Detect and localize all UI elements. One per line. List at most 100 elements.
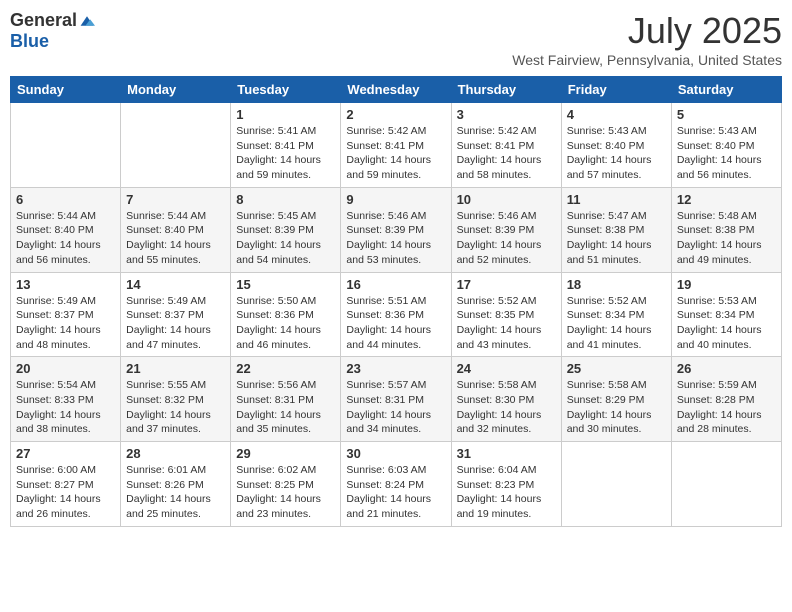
day-number: 27 bbox=[16, 446, 115, 461]
day-info: Sunrise: 5:52 AM Sunset: 8:35 PM Dayligh… bbox=[457, 294, 556, 353]
calendar-cell: 29Sunrise: 6:02 AM Sunset: 8:25 PM Dayli… bbox=[231, 442, 341, 527]
day-info: Sunrise: 5:48 AM Sunset: 8:38 PM Dayligh… bbox=[677, 209, 776, 268]
calendar-cell bbox=[121, 103, 231, 188]
day-number: 21 bbox=[126, 361, 225, 376]
calendar-cell: 5Sunrise: 5:43 AM Sunset: 8:40 PM Daylig… bbox=[671, 103, 781, 188]
day-number: 26 bbox=[677, 361, 776, 376]
day-number: 10 bbox=[457, 192, 556, 207]
day-info: Sunrise: 5:42 AM Sunset: 8:41 PM Dayligh… bbox=[346, 124, 445, 183]
day-number: 16 bbox=[346, 277, 445, 292]
calendar-cell: 22 Sunrise: 5:56 AM Sunset: 8:31 PM Dayli… bbox=[231, 357, 341, 442]
day-info: Sunrise: 5:49 AM Sunset: 8:37 PM Dayligh… bbox=[126, 294, 225, 353]
day-info: Sunrise: 5:54 AM Sunset: 8:33 PM Dayligh… bbox=[16, 378, 115, 437]
calendar-cell: 18Sunrise: 5:52 AM Sunset: 8:34 PM Dayli… bbox=[561, 272, 671, 357]
calendar-cell: 3Sunrise: 5:42 AM Sunset: 8:41 PM Daylig… bbox=[451, 103, 561, 188]
calendar-week-row: 13 Sunrise: 5:49 AM Sunset: 8:37 PM Dayli… bbox=[11, 272, 782, 357]
calendar-cell: 31 Sunrise: 6:04 AM Sunset: 8:23 PM Dayli… bbox=[451, 442, 561, 527]
day-number: 25 bbox=[567, 361, 666, 376]
day-info: Sunrise: 5:50 AM Sunset: 8:36 PM Dayligh… bbox=[236, 294, 335, 353]
calendar-cell: 26 Sunrise: 5:59 AM Sunset: 8:28 PM Dayli… bbox=[671, 357, 781, 442]
calendar-cell bbox=[671, 442, 781, 527]
weekday-header-sunday: Sunday bbox=[11, 77, 121, 103]
calendar-cell: 17 Sunrise: 5:52 AM Sunset: 8:35 PM Dayli… bbox=[451, 272, 561, 357]
calendar-cell: 8 Sunrise: 5:45 AM Sunset: 8:39 PM Daylig… bbox=[231, 187, 341, 272]
day-info: Sunrise: 5:58 AM Sunset: 8:30 PM Dayligh… bbox=[457, 378, 556, 437]
day-info: Sunrise: 5:45 AM Sunset: 8:39 PM Dayligh… bbox=[236, 209, 335, 268]
day-number: 22 bbox=[236, 361, 335, 376]
day-number: 1 bbox=[236, 107, 335, 122]
calendar-week-row: 27 Sunrise: 6:00 AM Sunset: 8:27 PM Dayli… bbox=[11, 442, 782, 527]
calendar-cell: 4 Sunrise: 5:43 AM Sunset: 8:40 PM Daylig… bbox=[561, 103, 671, 188]
calendar-cell: 30 Sunrise: 6:03 AM Sunset: 8:24 PM Dayli… bbox=[341, 442, 451, 527]
day-info: Sunrise: 5:41 AM Sunset: 8:41 PM Dayligh… bbox=[236, 124, 335, 183]
day-number: 15 bbox=[236, 277, 335, 292]
day-number: 30 bbox=[346, 446, 445, 461]
day-info: Sunrise: 6:02 AM Sunset: 8:25 PM Dayligh… bbox=[236, 463, 335, 522]
day-info: Sunrise: 6:01 AM Sunset: 8:26 PM Dayligh… bbox=[126, 463, 225, 522]
day-number: 14 bbox=[126, 277, 225, 292]
day-number: 8 bbox=[236, 192, 335, 207]
day-info: Sunrise: 6:00 AM Sunset: 8:27 PM Dayligh… bbox=[16, 463, 115, 522]
weekday-header-row: SundayMondayTuesdayWednesdayThursdayFrid… bbox=[11, 77, 782, 103]
page-header: General Blue July 2025 West Fairview, Pe… bbox=[10, 10, 782, 68]
calendar-cell: 19Sunrise: 5:53 AM Sunset: 8:34 PM Dayli… bbox=[671, 272, 781, 357]
calendar-week-row: 1 Sunrise: 5:41 AM Sunset: 8:41 PM Daylig… bbox=[11, 103, 782, 188]
calendar-cell: 12 Sunrise: 5:48 AM Sunset: 8:38 PM Dayli… bbox=[671, 187, 781, 272]
calendar-cell: 6 Sunrise: 5:44 AM Sunset: 8:40 PM Daylig… bbox=[11, 187, 121, 272]
day-number: 20 bbox=[16, 361, 115, 376]
calendar-cell: 9Sunrise: 5:46 AM Sunset: 8:39 PM Daylig… bbox=[341, 187, 451, 272]
weekday-header-tuesday: Tuesday bbox=[231, 77, 341, 103]
weekday-header-saturday: Saturday bbox=[671, 77, 781, 103]
day-number: 6 bbox=[16, 192, 115, 207]
calendar-cell: 7Sunrise: 5:44 AM Sunset: 8:40 PM Daylig… bbox=[121, 187, 231, 272]
day-number: 24 bbox=[457, 361, 556, 376]
month-title: July 2025 bbox=[512, 10, 782, 52]
calendar-cell: 2Sunrise: 5:42 AM Sunset: 8:41 PM Daylig… bbox=[341, 103, 451, 188]
day-info: Sunrise: 5:47 AM Sunset: 8:38 PM Dayligh… bbox=[567, 209, 666, 268]
day-number: 31 bbox=[457, 446, 556, 461]
day-number: 19 bbox=[677, 277, 776, 292]
calendar-cell: 13 Sunrise: 5:49 AM Sunset: 8:37 PM Dayli… bbox=[11, 272, 121, 357]
day-number: 3 bbox=[457, 107, 556, 122]
calendar-week-row: 20 Sunrise: 5:54 AM Sunset: 8:33 PM Dayli… bbox=[11, 357, 782, 442]
title-section: July 2025 West Fairview, Pennsylvania, U… bbox=[512, 10, 782, 68]
day-info: Sunrise: 5:44 AM Sunset: 8:40 PM Dayligh… bbox=[16, 209, 115, 268]
calendar-cell: 24 Sunrise: 5:58 AM Sunset: 8:30 PM Dayli… bbox=[451, 357, 561, 442]
day-info: Sunrise: 6:04 AM Sunset: 8:23 PM Dayligh… bbox=[457, 463, 556, 522]
day-info: Sunrise: 5:46 AM Sunset: 8:39 PM Dayligh… bbox=[457, 209, 556, 268]
logo-general-text: General bbox=[10, 10, 77, 31]
day-info: Sunrise: 5:49 AM Sunset: 8:37 PM Dayligh… bbox=[16, 294, 115, 353]
day-info: Sunrise: 5:43 AM Sunset: 8:40 PM Dayligh… bbox=[567, 124, 666, 183]
day-info: Sunrise: 5:56 AM Sunset: 8:31 PM Dayligh… bbox=[236, 378, 335, 437]
calendar-cell: 28 Sunrise: 6:01 AM Sunset: 8:26 PM Dayli… bbox=[121, 442, 231, 527]
day-number: 12 bbox=[677, 192, 776, 207]
calendar-cell: 21 Sunrise: 5:55 AM Sunset: 8:32 PM Dayli… bbox=[121, 357, 231, 442]
day-number: 13 bbox=[16, 277, 115, 292]
day-info: Sunrise: 6:03 AM Sunset: 8:24 PM Dayligh… bbox=[346, 463, 445, 522]
day-info: Sunrise: 5:51 AM Sunset: 8:36 PM Dayligh… bbox=[346, 294, 445, 353]
calendar-week-row: 6 Sunrise: 5:44 AM Sunset: 8:40 PM Daylig… bbox=[11, 187, 782, 272]
day-number: 23 bbox=[346, 361, 445, 376]
day-info: Sunrise: 5:43 AM Sunset: 8:40 PM Dayligh… bbox=[677, 124, 776, 183]
day-number: 4 bbox=[567, 107, 666, 122]
day-number: 28 bbox=[126, 446, 225, 461]
day-number: 11 bbox=[567, 192, 666, 207]
day-number: 7 bbox=[126, 192, 225, 207]
calendar-cell: 1 Sunrise: 5:41 AM Sunset: 8:41 PM Daylig… bbox=[231, 103, 341, 188]
day-info: Sunrise: 5:58 AM Sunset: 8:29 PM Dayligh… bbox=[567, 378, 666, 437]
weekday-header-monday: Monday bbox=[121, 77, 231, 103]
logo-blue-text: Blue bbox=[10, 31, 49, 52]
day-info: Sunrise: 5:46 AM Sunset: 8:39 PM Dayligh… bbox=[346, 209, 445, 268]
day-info: Sunrise: 5:55 AM Sunset: 8:32 PM Dayligh… bbox=[126, 378, 225, 437]
day-info: Sunrise: 5:52 AM Sunset: 8:34 PM Dayligh… bbox=[567, 294, 666, 353]
calendar-cell bbox=[11, 103, 121, 188]
day-info: Sunrise: 5:59 AM Sunset: 8:28 PM Dayligh… bbox=[677, 378, 776, 437]
day-info: Sunrise: 5:57 AM Sunset: 8:31 PM Dayligh… bbox=[346, 378, 445, 437]
calendar-cell: 23 Sunrise: 5:57 AM Sunset: 8:31 PM Dayli… bbox=[341, 357, 451, 442]
logo: General Blue bbox=[10, 10, 95, 52]
weekday-header-thursday: Thursday bbox=[451, 77, 561, 103]
day-number: 17 bbox=[457, 277, 556, 292]
calendar-cell: 27 Sunrise: 6:00 AM Sunset: 8:27 PM Dayli… bbox=[11, 442, 121, 527]
weekday-header-wednesday: Wednesday bbox=[341, 77, 451, 103]
calendar-cell: 20 Sunrise: 5:54 AM Sunset: 8:33 PM Dayli… bbox=[11, 357, 121, 442]
